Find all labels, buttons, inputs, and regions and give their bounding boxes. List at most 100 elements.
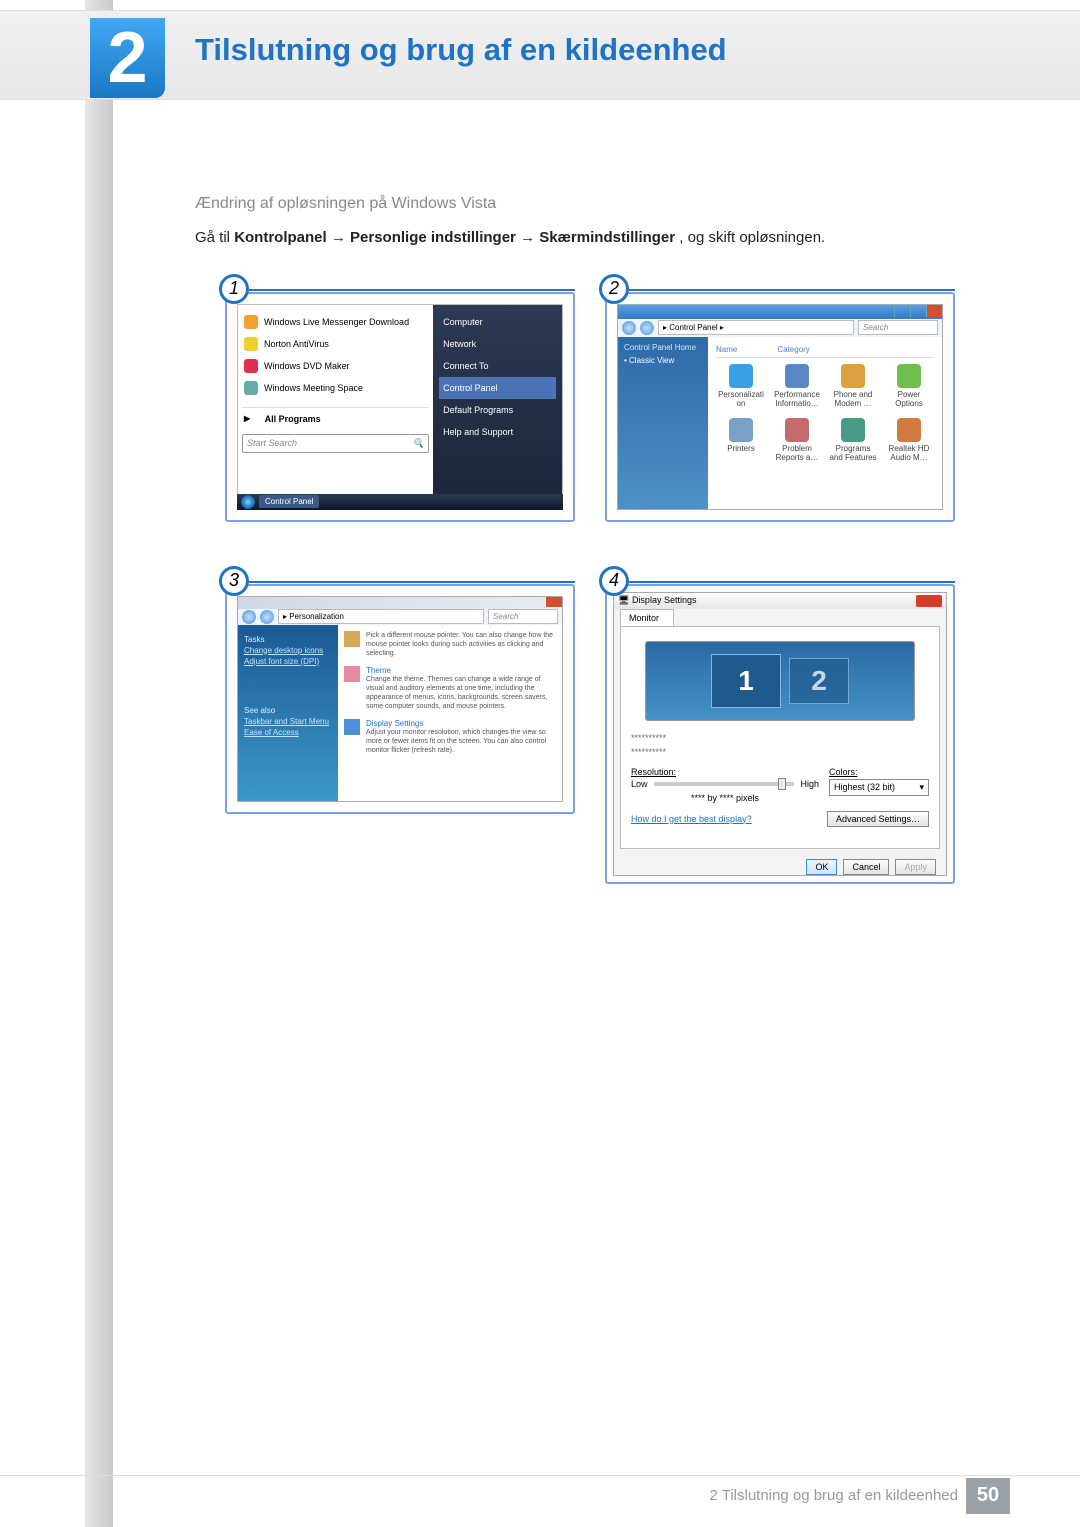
monitor-preview: 1 2 xyxy=(645,641,915,721)
instruction-line: Gå til Kontrolpanel → Personlige indstil… xyxy=(195,227,985,250)
pers-entry[interactable]: Pick a different mouse pointer. You can … xyxy=(344,631,556,658)
search-icon: 🔍 xyxy=(413,438,424,449)
screenshot-2: ▸ Control Panel ▸ Search Control Panel H… xyxy=(605,292,955,522)
taskbar-item[interactable]: Control Panel xyxy=(259,495,319,508)
cp-item-label: Programs and Features xyxy=(828,444,878,462)
advanced-settings-button[interactable]: Advanced Settings… xyxy=(827,811,929,827)
cp-item-label: Performance Informatio… xyxy=(772,390,822,408)
pers-body: Tasks Change desktop icons Adjust font s… xyxy=(238,625,562,801)
nav-back-icon[interactable] xyxy=(242,610,256,624)
startmenu-item[interactable]: Windows Meeting Space xyxy=(242,377,429,399)
colors-dropdown[interactable]: Highest (32 bit)▾ xyxy=(829,779,929,796)
search-input[interactable]: Search xyxy=(858,320,938,335)
startmenu-item[interactable]: Norton AntiVirus xyxy=(242,333,429,355)
monitor-1-box[interactable]: 1 xyxy=(711,654,781,708)
cancel-button[interactable]: Cancel xyxy=(843,859,889,875)
all-programs[interactable]: ▶ All Programs xyxy=(242,407,429,428)
maximize-button[interactable] xyxy=(910,305,926,317)
ok-button[interactable]: OK xyxy=(806,859,837,875)
sidebar-link[interactable]: Adjust font size (DPI) xyxy=(244,657,332,666)
close-button[interactable] xyxy=(926,305,942,317)
best-display-link[interactable]: How do I get the best display? xyxy=(631,814,752,824)
step-number-2: 2 xyxy=(599,274,629,304)
pers-sidebar: Tasks Change desktop icons Adjust font s… xyxy=(238,625,338,801)
startmenu-right-item[interactable]: Default Programs xyxy=(439,399,556,421)
startmenu-label: Windows Live Messenger Download xyxy=(264,317,409,327)
close-button[interactable] xyxy=(546,597,562,607)
close-button[interactable] xyxy=(916,595,942,607)
breadcrumb[interactable]: ▸ Personalization xyxy=(278,609,484,624)
pers-entry[interactable]: ThemeChange the theme. Themes can change… xyxy=(344,666,556,711)
cp-columns-header: Name Category xyxy=(716,345,934,358)
screenshot-1-wrap: 1 Windows Live Messenger Download Norton… xyxy=(225,290,575,522)
startmenu-right-item[interactable]: Computer xyxy=(439,311,556,333)
nav-fwd-icon[interactable] xyxy=(260,610,274,624)
cp-icon-item[interactable]: Printers xyxy=(716,418,766,462)
slider-low: Low xyxy=(631,779,648,789)
nav-fwd-icon[interactable] xyxy=(640,321,654,335)
search-placeholder: Start Search xyxy=(247,438,297,448)
search-input[interactable]: Search xyxy=(488,609,558,624)
resolution-label: Resolution: xyxy=(631,767,819,777)
minimize-button[interactable] xyxy=(894,305,910,317)
sidebar-classic[interactable]: • Classic View xyxy=(624,356,702,365)
slider-thumb[interactable] xyxy=(778,778,786,790)
cp-item-label: Personalizati on xyxy=(716,390,766,408)
col-category: Category xyxy=(777,345,809,354)
cp-item-label: Phone and Modem … xyxy=(828,390,878,408)
sidebar-seealso-header: See also xyxy=(244,706,332,715)
resolution-slider[interactable]: Low High xyxy=(631,779,819,789)
startmenu-right-item[interactable]: Connect To xyxy=(439,355,556,377)
step-number-1: 1 xyxy=(219,274,249,304)
step-line-1 xyxy=(249,289,575,291)
cp-item-label: Problem Reports a… xyxy=(772,444,822,462)
page-footer: 2 Tilslutning og brug af en kildeenhed 5… xyxy=(0,1475,1080,1515)
screenshot-4-wrap: 4 🖥 Display Settings Monitor 1 2 *******… xyxy=(605,582,955,884)
startmenu-item[interactable]: Windows DVD Maker xyxy=(242,355,429,377)
instr-arrow2: → xyxy=(520,229,539,246)
sidebar-home[interactable]: Control Panel Home xyxy=(624,343,702,352)
cp-item-icon xyxy=(729,364,753,388)
cp-item-icon xyxy=(729,418,753,442)
cp-icon-item[interactable]: Phone and Modem … xyxy=(828,364,878,408)
window-titlebar xyxy=(618,305,942,319)
startmenu-control-panel[interactable]: Control Panel xyxy=(439,377,556,399)
cp-icon-item[interactable]: Problem Reports a… xyxy=(772,418,822,462)
sidebar-link[interactable]: Change desktop icons xyxy=(244,646,332,655)
page-content: Ændring af opløsningen på Windows Vista … xyxy=(195,195,985,884)
dvdmaker-icon xyxy=(244,359,258,373)
nav-back-icon[interactable] xyxy=(622,321,636,335)
step-number-4: 4 xyxy=(599,566,629,596)
startmenu-item[interactable]: Windows Live Messenger Download xyxy=(242,311,429,333)
instr-path2: Personlige indstillinger xyxy=(350,229,516,246)
window-titlebar xyxy=(238,597,562,609)
cp-icon-item[interactable]: Power Options xyxy=(884,364,934,408)
startmenu-label: Windows Meeting Space xyxy=(264,383,363,393)
screenshot-grid: 1 Windows Live Messenger Download Norton… xyxy=(195,290,985,884)
cp-icon-item[interactable]: Programs and Features xyxy=(828,418,878,462)
start-orb-icon[interactable] xyxy=(241,495,255,509)
cp-icon-item[interactable]: Realtek HD Audio M… xyxy=(884,418,934,462)
cp-item-label: Realtek HD Audio M… xyxy=(884,444,934,462)
apply-button[interactable]: Apply xyxy=(895,859,936,875)
monitor-2-box[interactable]: 2 xyxy=(789,658,849,704)
sidebar-link[interactable]: Taskbar and Start Menu xyxy=(244,717,332,726)
startmenu-right-item[interactable]: Network xyxy=(439,333,556,355)
cp-icon-item[interactable]: Performance Informatio… xyxy=(772,364,822,408)
sidebar-link[interactable]: Ease of Access xyxy=(244,728,332,737)
monitor-tab[interactable]: Monitor xyxy=(620,609,674,626)
chapter-title: Tilslutning og brug af en kildeenhed xyxy=(195,32,727,68)
pers-entry[interactable]: Display SettingsAdjust your monitor reso… xyxy=(344,719,556,755)
address-bar: ▸ Personalization Search xyxy=(238,609,562,625)
colors-label: Colors: xyxy=(829,767,929,777)
redacted-line: ********** xyxy=(631,747,929,757)
startmenu-right-item[interactable]: Help and Support xyxy=(439,421,556,443)
breadcrumb[interactable]: ▸ Control Panel ▸ xyxy=(658,320,854,335)
start-search-input[interactable]: Start Search 🔍 xyxy=(242,434,429,453)
startmenu-label: Norton AntiVirus xyxy=(264,339,329,349)
cp-icon-item[interactable]: Personalizati on xyxy=(716,364,766,408)
slider-high: High xyxy=(800,779,819,789)
chevron-down-icon: ▾ xyxy=(919,782,924,793)
dialog-buttons: OK Cancel Apply xyxy=(614,853,946,875)
screenshot-3: ▸ Personalization Search Tasks Change de… xyxy=(225,584,575,814)
